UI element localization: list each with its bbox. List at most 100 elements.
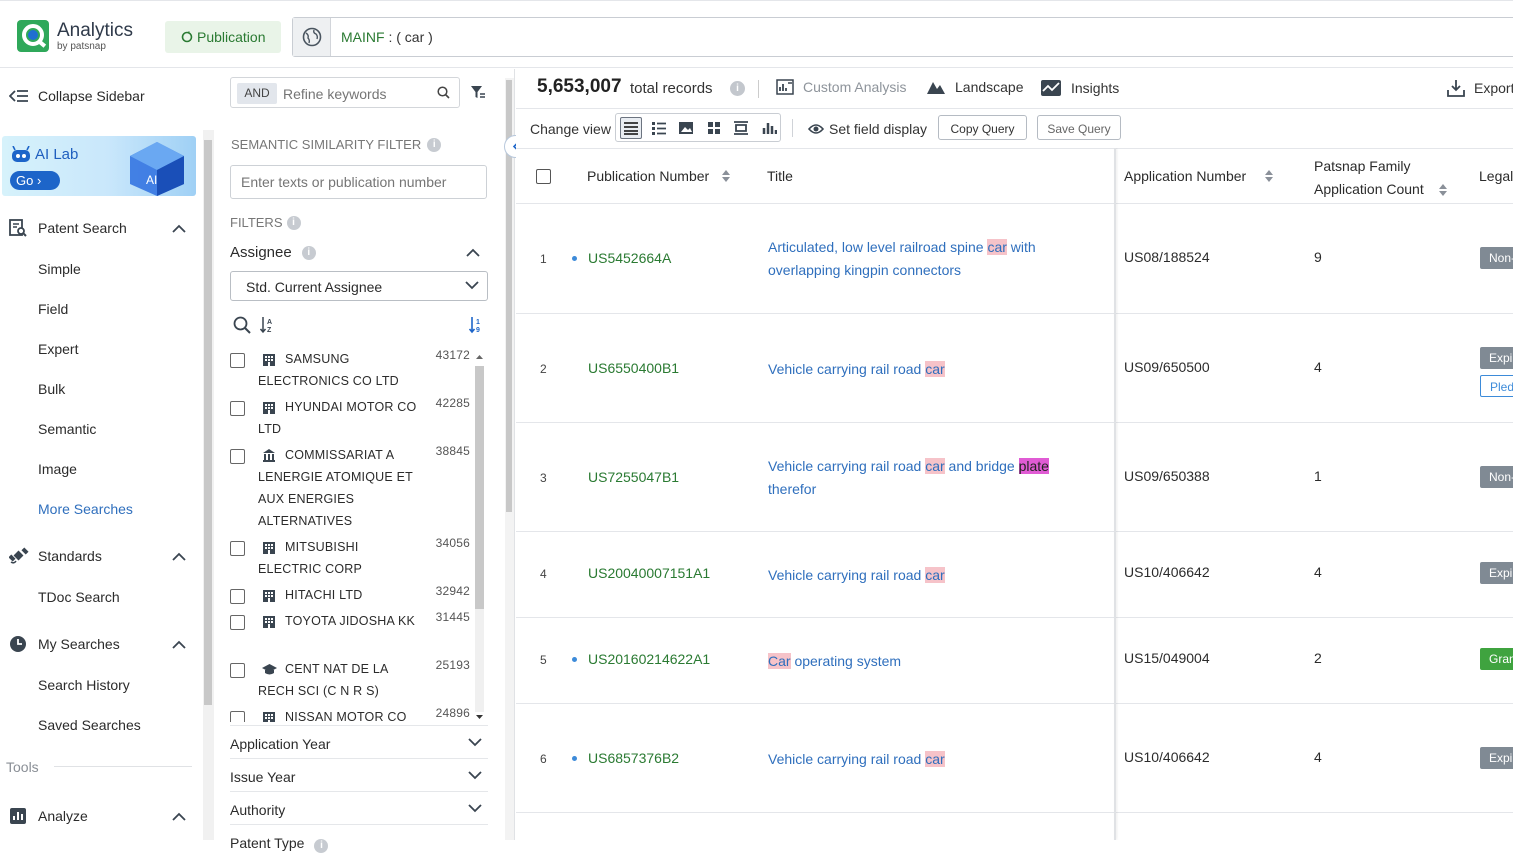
table-row[interactable]: 2US6550400B1Vehicle carrying rail road c…: [516, 314, 1513, 423]
patent-search-section[interactable]: Patent Search: [0, 219, 203, 237]
col-title[interactable]: Title: [767, 168, 793, 184]
assignee-checkbox[interactable]: [230, 711, 245, 722]
facet-issue-year[interactable]: Issue Year: [230, 758, 488, 791]
col-publication-number[interactable]: Publication Number: [587, 168, 731, 184]
col-application-number[interactable]: Application Number: [1124, 168, 1274, 184]
assignee-checkbox[interactable]: [230, 449, 245, 464]
info-icon[interactable]: i: [730, 81, 745, 96]
query-box[interactable]: MAINF : ( car ): [292, 17, 1513, 57]
refine-keywords-input[interactable]: [283, 83, 433, 104]
sidebar-item-search-history[interactable]: Search History: [38, 677, 130, 693]
view-grid-button[interactable]: [703, 117, 725, 139]
info-icon[interactable]: i: [287, 216, 301, 230]
globe-icon[interactable]: [293, 18, 331, 56]
title-link[interactable]: Vehicle carrying rail road car: [768, 564, 1068, 587]
publication-button[interactable]: Publication: [165, 21, 281, 53]
table-row[interactable]: 1US5452664AArticulated, low level railro…: [516, 204, 1513, 314]
sidebar-item-saved-searches[interactable]: Saved Searches: [38, 717, 141, 733]
scroll-down-icon[interactable]: [475, 714, 484, 720]
sidebar-scrollbar[interactable]: [203, 130, 214, 840]
insights-button[interactable]: Insights: [1040, 79, 1119, 97]
sort-count-icon[interactable]: 19: [469, 316, 485, 334]
sidebar-item-simple[interactable]: Simple: [38, 261, 81, 277]
sidebar-item-image[interactable]: Image: [38, 461, 77, 477]
table-row[interactable]: [516, 813, 1513, 840]
assignee-scroll-thumb[interactable]: [475, 366, 484, 609]
table-row[interactable]: 4US20040007151A1Vehicle carrying rail ro…: [516, 532, 1513, 618]
analytics-logo[interactable]: Analytics by patsnap: [16, 19, 133, 53]
filter-settings-icon[interactable]: [470, 85, 486, 100]
title-link[interactable]: Car operating system: [768, 650, 1068, 673]
view-compare-button[interactable]: [731, 117, 753, 139]
facet-patent-type[interactable]: Patent Typei: [230, 824, 488, 857]
keyword-refine-box[interactable]: AND: [230, 77, 460, 108]
col-family-count[interactable]: Patsnap Family Application Count: [1314, 155, 1448, 201]
publication-number-link[interactable]: US20160214622A1: [588, 651, 710, 667]
table-row[interactable]: 3US7255047B1Vehicle carrying rail road c…: [516, 423, 1513, 532]
title-link[interactable]: Vehicle carrying rail road car: [768, 748, 1068, 771]
sidebar-item-semantic[interactable]: Semantic: [38, 421, 96, 437]
assignee-checkbox[interactable]: [230, 615, 245, 630]
export-button[interactable]: Export: [1447, 79, 1513, 97]
query-text[interactable]: MAINF : ( car ): [341, 29, 433, 45]
ai-lab-banner[interactable]: AI Lab Go › AI: [2, 136, 196, 196]
search-icon[interactable]: [233, 316, 251, 334]
semantic-text-input[interactable]: [230, 165, 487, 199]
publication-number-link[interactable]: US7255047B1: [588, 469, 679, 485]
filter-pane-scrollbar[interactable]: [505, 78, 514, 840]
and-operator-button[interactable]: AND: [237, 83, 277, 104]
chevron-up-icon[interactable]: [466, 248, 480, 257]
facet-authority[interactable]: Authority: [230, 791, 488, 824]
assignee-facet-header[interactable]: Assigneei: [230, 244, 487, 261]
scroll-up-icon[interactable]: [475, 354, 484, 360]
publication-number-link[interactable]: US6550400B1: [588, 360, 679, 376]
facet-application-year[interactable]: Application Year: [230, 725, 488, 758]
publication-number-link[interactable]: US5452664A: [588, 250, 671, 266]
assignee-checkbox[interactable]: [230, 401, 245, 416]
title-link[interactable]: Vehicle carrying rail road car and bridg…: [768, 455, 1068, 501]
sidebar-item-expert[interactable]: Expert: [38, 341, 78, 357]
sidebar-scrollbar-thumb[interactable]: [204, 140, 212, 705]
sort-icon[interactable]: [1438, 183, 1448, 197]
view-list-button[interactable]: [620, 117, 642, 139]
assignee-checkbox[interactable]: [230, 353, 245, 368]
title-link[interactable]: Vehicle carrying rail road car: [768, 358, 1068, 381]
select-all-checkbox[interactable]: [536, 169, 551, 184]
info-icon[interactable]: i: [427, 138, 441, 152]
sort-alpha-icon[interactable]: AZ: [260, 316, 276, 334]
assignee-list-scrollbar[interactable]: [473, 354, 485, 720]
copy-query-button[interactable]: Copy Query: [938, 115, 1027, 140]
assignee-checkbox[interactable]: [230, 663, 245, 678]
standards-section[interactable]: Standards: [0, 547, 203, 565]
set-field-display-button[interactable]: Set field display: [808, 121, 927, 137]
col-legal-status[interactable]: Legal Status: [1479, 168, 1513, 184]
save-query-button[interactable]: Save Query: [1037, 115, 1121, 140]
view-detail-button[interactable]: [648, 117, 670, 139]
assignee-type-select[interactable]: Std. Current Assignee: [230, 271, 488, 301]
table-row[interactable]: 6US6857376B2Vehicle carrying rail road c…: [516, 704, 1513, 813]
sort-icon[interactable]: [721, 169, 731, 183]
custom-analysis-button[interactable]: Custom Analysis: [776, 79, 906, 95]
ai-lab-go-button[interactable]: Go ›: [10, 171, 60, 190]
view-image-button[interactable]: [675, 117, 697, 139]
title-link[interactable]: Articulated, low level railroad spine ca…: [768, 236, 1068, 282]
view-chart-button[interactable]: [758, 117, 780, 139]
search-icon[interactable]: [437, 86, 450, 99]
sidebar-item-field[interactable]: Field: [38, 301, 68, 317]
sidebar-item-bulk[interactable]: Bulk: [38, 381, 65, 397]
analyze-section[interactable]: Analyze: [0, 807, 203, 825]
assignee-checkbox[interactable]: [230, 541, 245, 556]
sidebar-item-more-searches[interactable]: More Searches: [38, 501, 133, 517]
sidebar-item-tdoc-search[interactable]: TDoc Search: [38, 589, 120, 605]
assignee-checkbox[interactable]: [230, 589, 245, 604]
my-searches-section[interactable]: My Searches: [0, 635, 203, 653]
info-icon[interactable]: i: [302, 246, 316, 260]
publication-number-link[interactable]: US20040007151A1: [588, 565, 710, 581]
table-row[interactable]: 5US20160214622A1Car operating systemUS15…: [516, 618, 1513, 704]
sort-icon[interactable]: [1264, 169, 1274, 183]
collapse-sidebar-button[interactable]: Collapse Sidebar: [0, 87, 203, 105]
info-icon[interactable]: i: [314, 839, 328, 853]
publication-number-link[interactable]: US6857376B2: [588, 750, 679, 766]
facet-label: Issue Year: [230, 769, 295, 785]
landscape-button[interactable]: Landscape: [926, 79, 1024, 95]
